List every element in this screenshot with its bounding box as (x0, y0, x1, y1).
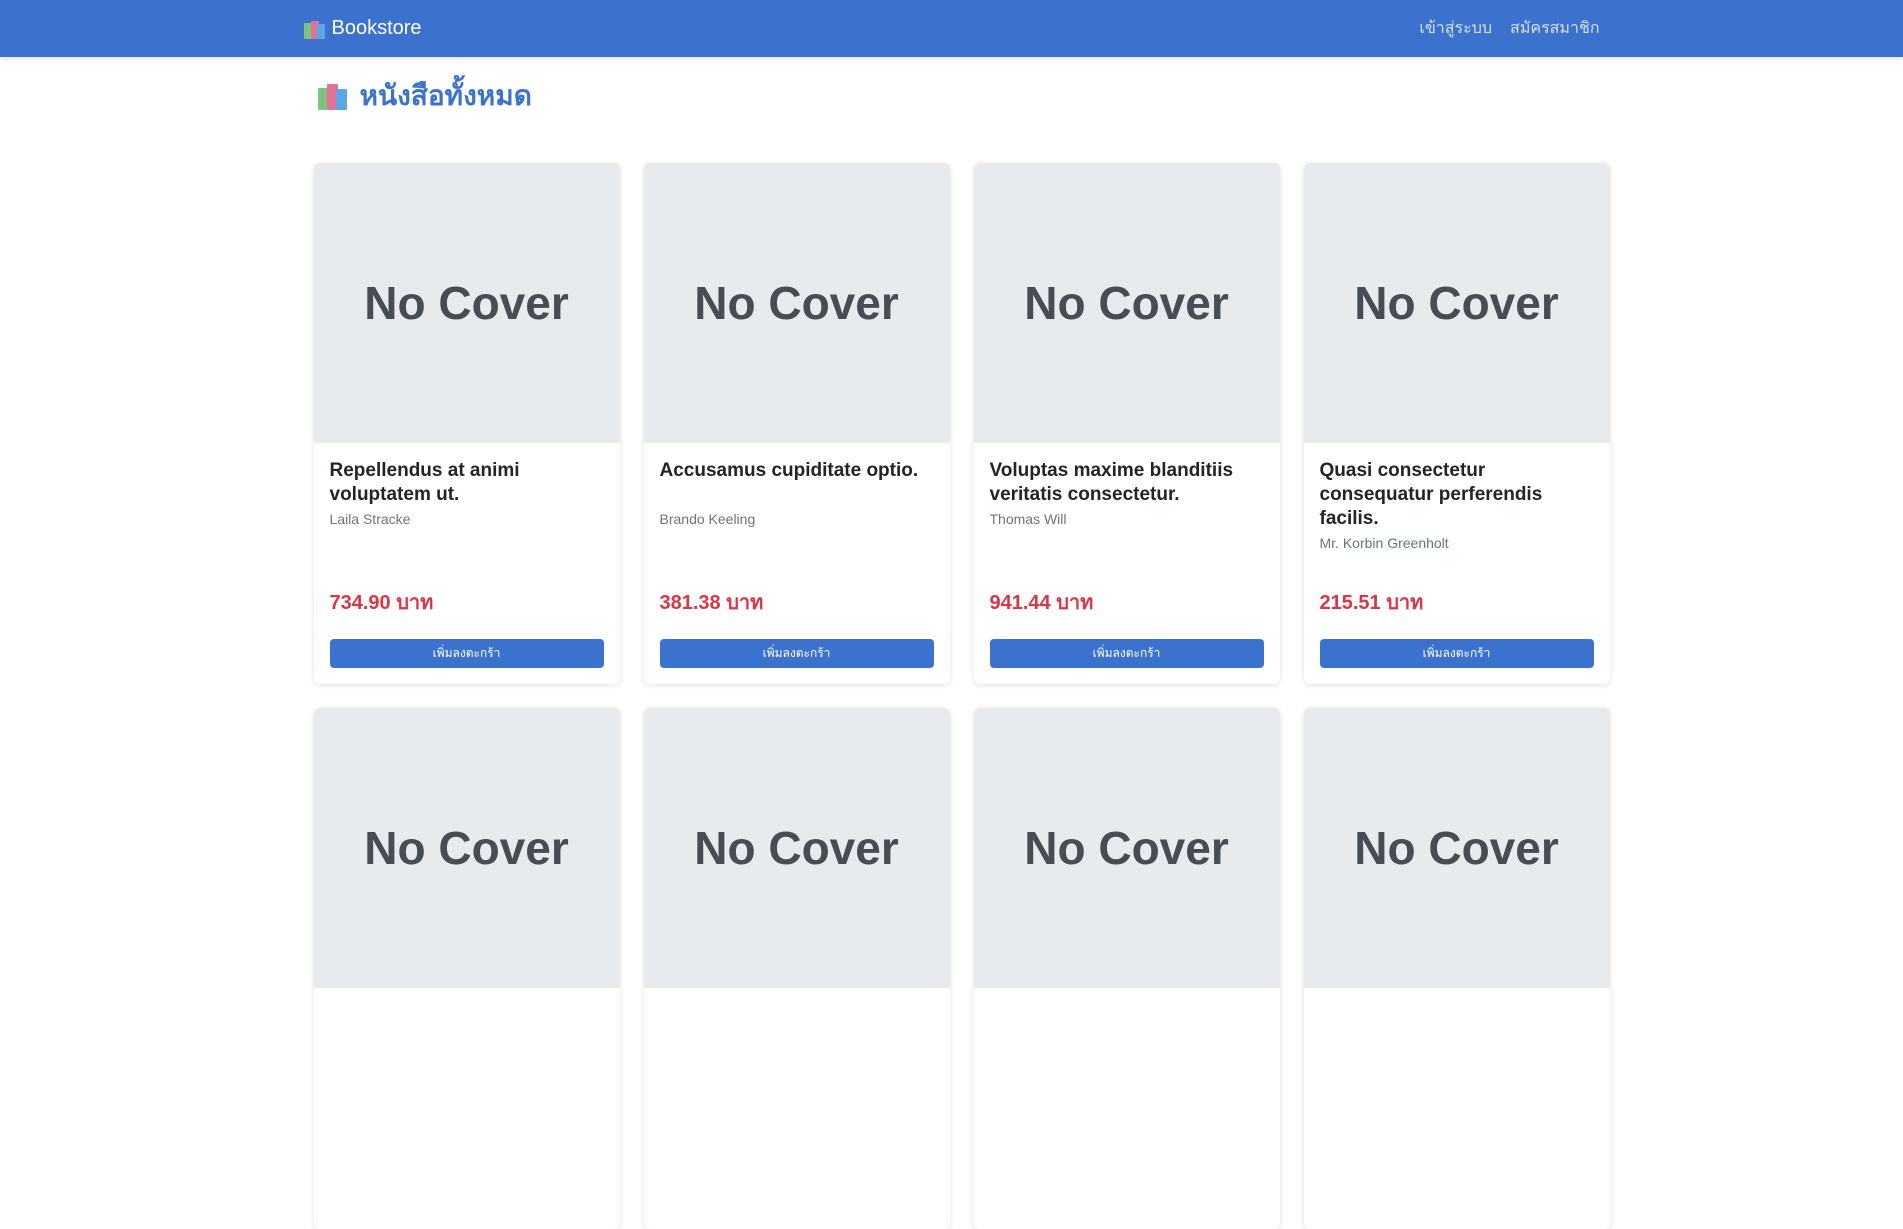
book-price: 215.51 บาท (1319, 592, 1424, 614)
book-price: 381.38 บาท (659, 592, 764, 614)
books-icon (317, 82, 348, 110)
add-to-cart-button[interactable]: เพิ่มลงตะกร้า (989, 639, 1264, 668)
navbar-inner: Bookstore เข้าสู่ระบบ สมัครสมาชิก (303, 0, 1600, 57)
register-link[interactable]: สมัครสมาชิก (1510, 16, 1599, 41)
page-title: หนังสือทั้งหมด (317, 79, 1600, 113)
book-title[interactable]: Accusamus cupiditate optio. (660, 459, 934, 483)
add-to-cart-button[interactable]: เพิ่มลงตะกร้า (1319, 639, 1594, 668)
book-author: Mr. Korbin Greenholt (1319, 535, 1449, 551)
book-cover[interactable]: No Cover (1303, 163, 1610, 443)
book-title[interactable]: Quasi consectetur consequatur perferendi… (1320, 459, 1594, 531)
book-author: Laila Stracke (329, 511, 411, 527)
page-title-text: หนังสือทั้งหมด (359, 80, 532, 111)
book-card[interactable]: No Cover Accusamus cupiditate optio. Bra… (643, 163, 950, 684)
navbar: Bookstore เข้าสู่ระบบ สมัครสมาชิก (0, 0, 1903, 57)
add-to-cart-button[interactable]: เพิ่มลงตะกร้า (329, 639, 604, 668)
book-price: 734.90 บาท (329, 592, 434, 614)
book-card[interactable]: No Cover Quasi consectetur consequatur p… (1303, 163, 1610, 684)
book-cover[interactable]: No Cover (643, 163, 950, 443)
book-card[interactable]: No Cover (313, 708, 620, 1229)
book-cover[interactable]: No Cover (313, 163, 620, 443)
card-body: Accusamus cupiditate optio. Brando Keeli… (644, 443, 950, 543)
book-title[interactable]: Repellendus at animi voluptatem ut. (330, 459, 604, 507)
book-cover[interactable]: No Cover (643, 708, 950, 988)
book-card[interactable]: No Cover (973, 708, 1280, 1229)
card-body: Repellendus at animi voluptatem ut. Lail… (314, 443, 620, 543)
card-body: Quasi consectetur consequatur perferendi… (1304, 443, 1610, 567)
book-card[interactable]: No Cover (1303, 708, 1610, 1229)
book-title[interactable]: Voluptas maxime blanditiis veritatis con… (990, 459, 1264, 507)
book-cover[interactable]: No Cover (973, 163, 1280, 443)
book-cover[interactable]: No Cover (313, 708, 620, 988)
main-content: หนังสือทั้งหมด No Cover Repellendus at a… (304, 79, 1610, 1229)
card-body: Voluptas maxime blanditiis veritatis con… (974, 443, 1280, 543)
book-card[interactable]: No Cover Repellendus at animi voluptatem… (313, 163, 620, 684)
add-to-cart-button[interactable]: เพิ่มลงตะกร้า (659, 639, 934, 668)
brand-name: Bookstore (331, 17, 422, 39)
nav-links: เข้าสู่ระบบ สมัครสมาชิก (1419, 16, 1599, 41)
login-link[interactable]: เข้าสู่ระบบ (1419, 16, 1492, 41)
book-cover[interactable]: No Cover (1303, 708, 1610, 988)
book-grid: No Cover Repellendus at animi voluptatem… (313, 163, 1610, 1229)
book-card[interactable]: No Cover (643, 708, 950, 1229)
book-author: Brando Keeling (659, 511, 756, 527)
book-price: 941.44 บาท (989, 592, 1094, 614)
book-card[interactable]: No Cover Voluptas maxime blanditiis veri… (973, 163, 1280, 684)
books-icon (303, 19, 326, 39)
book-cover[interactable]: No Cover (973, 708, 1280, 988)
book-author: Thomas Will (989, 511, 1067, 527)
brand-link[interactable]: Bookstore (303, 17, 422, 40)
